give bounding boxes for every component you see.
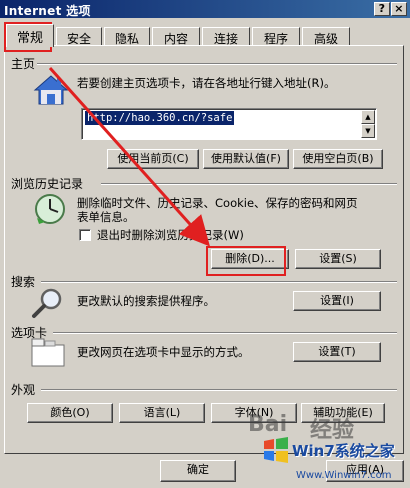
watermark-site-url: Www.Winwin7.com <box>296 470 392 481</box>
tab-general[interactable]: 常规 <box>6 24 54 47</box>
watermark-site-logo: Win7系统之家 <box>292 442 395 460</box>
watermark-bai-text: Bai <box>248 412 288 437</box>
windows-logo-icon <box>264 437 288 463</box>
